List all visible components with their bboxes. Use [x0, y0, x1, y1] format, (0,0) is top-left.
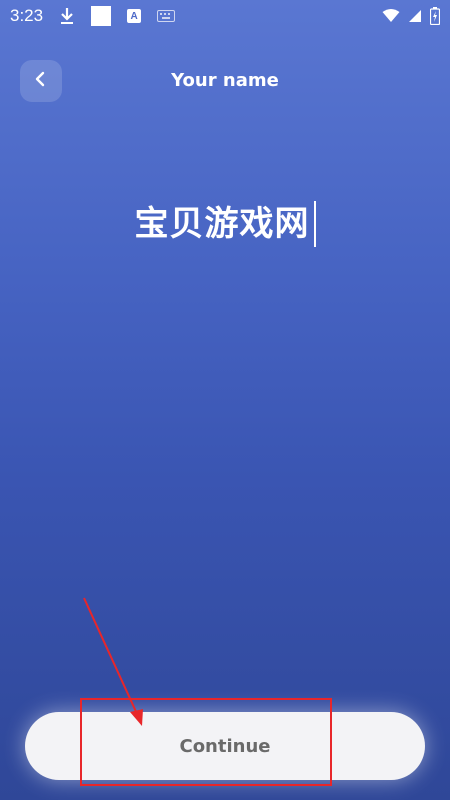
text-caret [313, 201, 316, 247]
signal-icon [408, 9, 422, 23]
status-time: 3:23 [10, 6, 44, 25]
battery-icon [430, 7, 440, 25]
page-title: Your name [171, 70, 279, 91]
status-bar: 3:23 A [0, 0, 450, 32]
continue-button[interactable]: Continue [25, 712, 425, 780]
continue-button-label: Continue [179, 735, 271, 757]
annotation-arrow [83, 597, 143, 726]
screen: 3:23 A Your name 宝贝游戏网 Continue [0, 0, 450, 800]
status-left: 3:23 A [10, 6, 176, 26]
download-icon [59, 7, 75, 25]
name-input-value: 宝贝游戏网 [134, 204, 310, 244]
name-input-field[interactable]: 宝贝游戏网 [0, 200, 450, 248]
a-icon: A [127, 9, 142, 23]
status-right [382, 7, 440, 25]
keyboard-icon [157, 10, 176, 22]
wifi-icon [382, 9, 400, 23]
notification-square-icon [91, 6, 112, 26]
